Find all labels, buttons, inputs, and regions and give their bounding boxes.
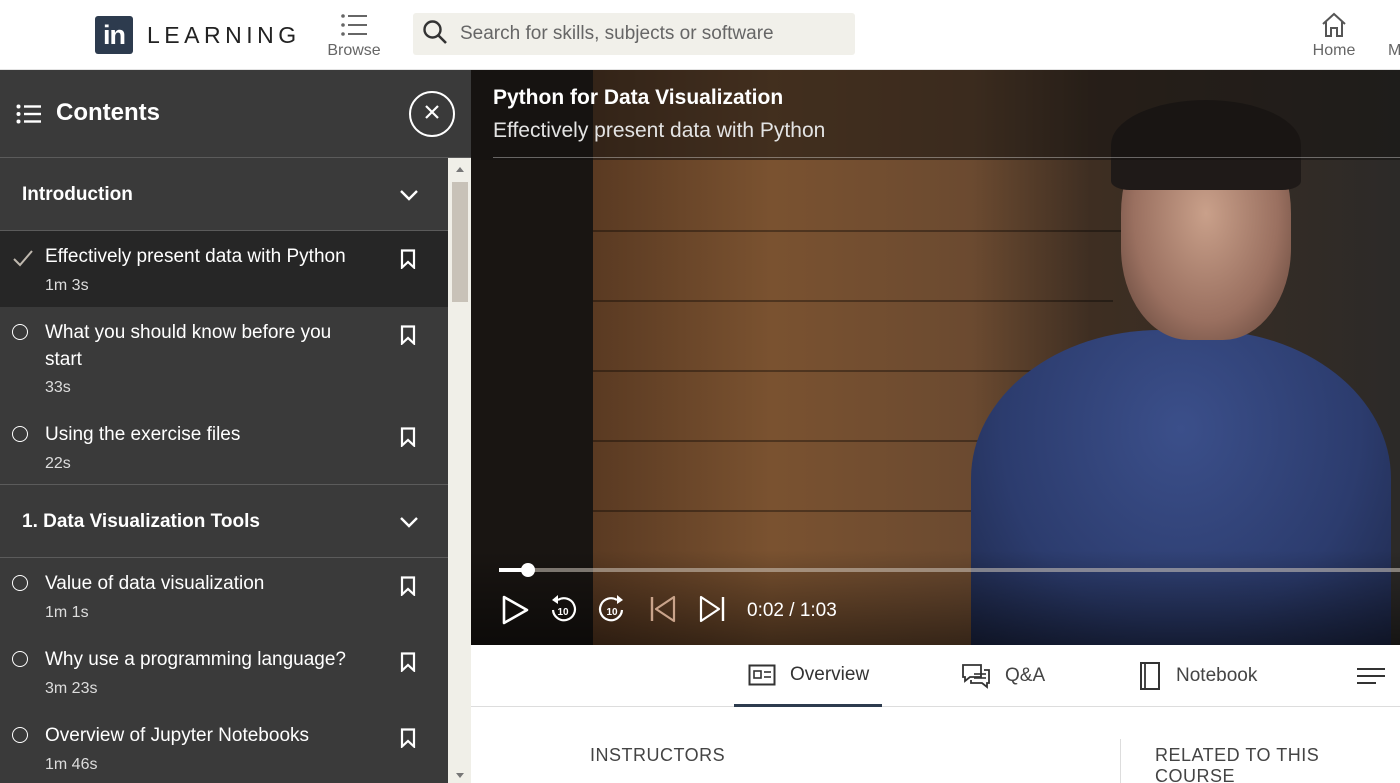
play-icon[interactable] xyxy=(499,594,531,631)
time-display: 0:02 / 1:03 xyxy=(747,600,837,621)
incomplete-circle-icon xyxy=(12,426,28,442)
item-duration: 3m 23s xyxy=(45,680,98,697)
bookmark-icon[interactable] xyxy=(400,249,416,274)
list-icon xyxy=(326,8,382,42)
close-icon xyxy=(424,104,440,125)
tab-transcript[interactable] xyxy=(1356,645,1400,707)
list-item[interactable]: Effectively present data with Python 1m … xyxy=(0,231,448,307)
transcript-lines-icon xyxy=(1356,666,1386,686)
bookmark-icon[interactable] xyxy=(400,728,416,753)
incomplete-circle-icon xyxy=(12,727,28,743)
rewind-10-icon[interactable]: 10 xyxy=(549,594,577,629)
qa-icon xyxy=(961,663,991,689)
item-duration: 1m 46s xyxy=(45,756,98,773)
logo-text: LEARNING xyxy=(147,21,301,48)
tab-overview[interactable]: Overview xyxy=(734,645,882,707)
contents-title: Contents xyxy=(56,99,160,126)
video-title: Effectively present data with Python xyxy=(493,119,826,142)
search-input[interactable] xyxy=(460,23,840,45)
related-courses-heading: RELATED TO THIS COURSE xyxy=(1155,745,1320,783)
top-header: in LEARNING Browse Home M xyxy=(0,0,1400,70)
linkedin-logo-mark: in xyxy=(95,16,133,54)
home-button[interactable]: Home xyxy=(1306,8,1362,60)
item-title: Value of data visualization xyxy=(45,573,265,594)
tab-label: Overview xyxy=(790,663,870,685)
progress-scrubber-handle[interactable] xyxy=(521,563,535,577)
section-header-data-visualization-tools[interactable]: 1. Data Visualization Tools xyxy=(0,485,448,558)
chevron-down-icon xyxy=(399,188,419,206)
list-item[interactable]: Value of data visualization 1m 1s xyxy=(0,558,448,634)
contents-list-icon xyxy=(16,104,42,129)
item-duration: 1m 1s xyxy=(45,604,89,621)
list-item[interactable]: Overview of Jupyter Notebooks 1m 46s xyxy=(0,710,448,783)
item-title: What you should know before you start xyxy=(45,322,332,370)
section-header-introduction[interactable]: Introduction xyxy=(0,158,448,231)
item-title: Using the exercise files xyxy=(45,424,241,445)
tab-label: Notebook xyxy=(1176,665,1258,686)
list-item[interactable]: Why use a programming language? 3m 23s xyxy=(0,634,448,710)
tab-label: Q&A xyxy=(1005,665,1046,686)
home-label: Home xyxy=(1312,42,1356,59)
section-title: 1. Data Visualization Tools xyxy=(22,511,260,532)
notebook-icon xyxy=(1138,661,1162,691)
tab-notebook[interactable]: Notebook xyxy=(1138,645,1257,707)
item-duration: 33s xyxy=(45,379,71,396)
section-title: Introduction xyxy=(22,184,133,205)
incomplete-circle-icon xyxy=(12,651,28,667)
video-player[interactable]: Python for Data Visualization Effectivel… xyxy=(471,70,1400,645)
me-button[interactable]: M xyxy=(1388,8,1400,60)
me-label: M xyxy=(1388,42,1400,59)
item-title: Why use a programming language? xyxy=(45,649,347,670)
checkmark-icon xyxy=(12,248,34,273)
bookmark-icon[interactable] xyxy=(400,427,416,452)
table-of-contents: Introduction Effectively present data wi… xyxy=(0,158,448,783)
search-icon xyxy=(422,19,448,50)
item-duration: 1m 3s xyxy=(45,277,89,294)
search-bar[interactable] xyxy=(413,13,855,55)
next-video-icon[interactable] xyxy=(698,594,726,629)
contents-sidebar: Contents Introduction Effectively presen… xyxy=(0,70,471,783)
browse-label: Browse xyxy=(327,42,381,59)
item-duration: 22s xyxy=(45,455,71,472)
instructors-heading: INSTRUCTORS xyxy=(590,745,726,765)
bookmark-icon[interactable] xyxy=(400,325,416,350)
scroll-down-arrow-icon[interactable] xyxy=(452,769,468,783)
sidebar-scrollbar-thumb[interactable] xyxy=(452,182,468,302)
bookmark-icon[interactable] xyxy=(400,652,416,677)
incomplete-circle-icon xyxy=(12,575,28,591)
scroll-up-arrow-icon[interactable] xyxy=(452,162,468,176)
forward-10-icon[interactable]: 10 xyxy=(598,594,626,629)
list-item[interactable]: What you should know before you start 33… xyxy=(0,307,448,409)
course-details: INSTRUCTORS RELATED TO THIS COURSE xyxy=(471,707,1400,783)
forward-seconds-label: 10 xyxy=(606,607,618,618)
progress-bar[interactable] xyxy=(499,568,1400,572)
contents-header: Contents xyxy=(0,70,471,158)
tab-qa[interactable]: Q&A xyxy=(961,645,1045,707)
list-item[interactable]: Using the exercise files 22s xyxy=(0,409,448,485)
bookmark-icon[interactable] xyxy=(400,576,416,601)
home-icon xyxy=(1306,8,1362,42)
item-title: Effectively present data with Python xyxy=(45,246,346,267)
browse-button[interactable]: Browse xyxy=(326,8,382,60)
rewind-seconds-label: 10 xyxy=(557,607,569,618)
course-title: Python for Data Visualization xyxy=(493,86,784,109)
overview-icon xyxy=(748,664,776,686)
content-tabs: Overview Q&A Notebook xyxy=(471,645,1400,707)
previous-video-icon[interactable] xyxy=(649,594,677,629)
incomplete-circle-icon xyxy=(12,324,28,340)
close-contents-button[interactable] xyxy=(409,91,455,137)
linkedin-learning-logo[interactable]: in LEARNING xyxy=(95,16,301,54)
chevron-down-icon xyxy=(399,515,419,533)
item-title: Overview of Jupyter Notebooks xyxy=(45,725,310,746)
